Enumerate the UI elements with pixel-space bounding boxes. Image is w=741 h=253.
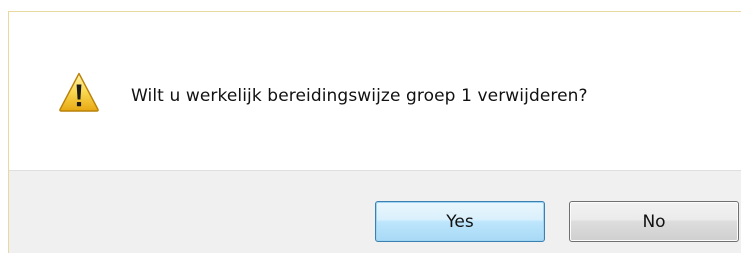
- warning-icon: [58, 71, 100, 113]
- dialog-message: Wilt u werkelijk bereidingswijze groep 1…: [131, 86, 588, 106]
- message-dialog: Wilt u werkelijk bereidingswijze groep 1…: [0, 0, 741, 253]
- yes-button[interactable]: Yes: [375, 201, 545, 242]
- no-button[interactable]: No: [569, 201, 739, 242]
